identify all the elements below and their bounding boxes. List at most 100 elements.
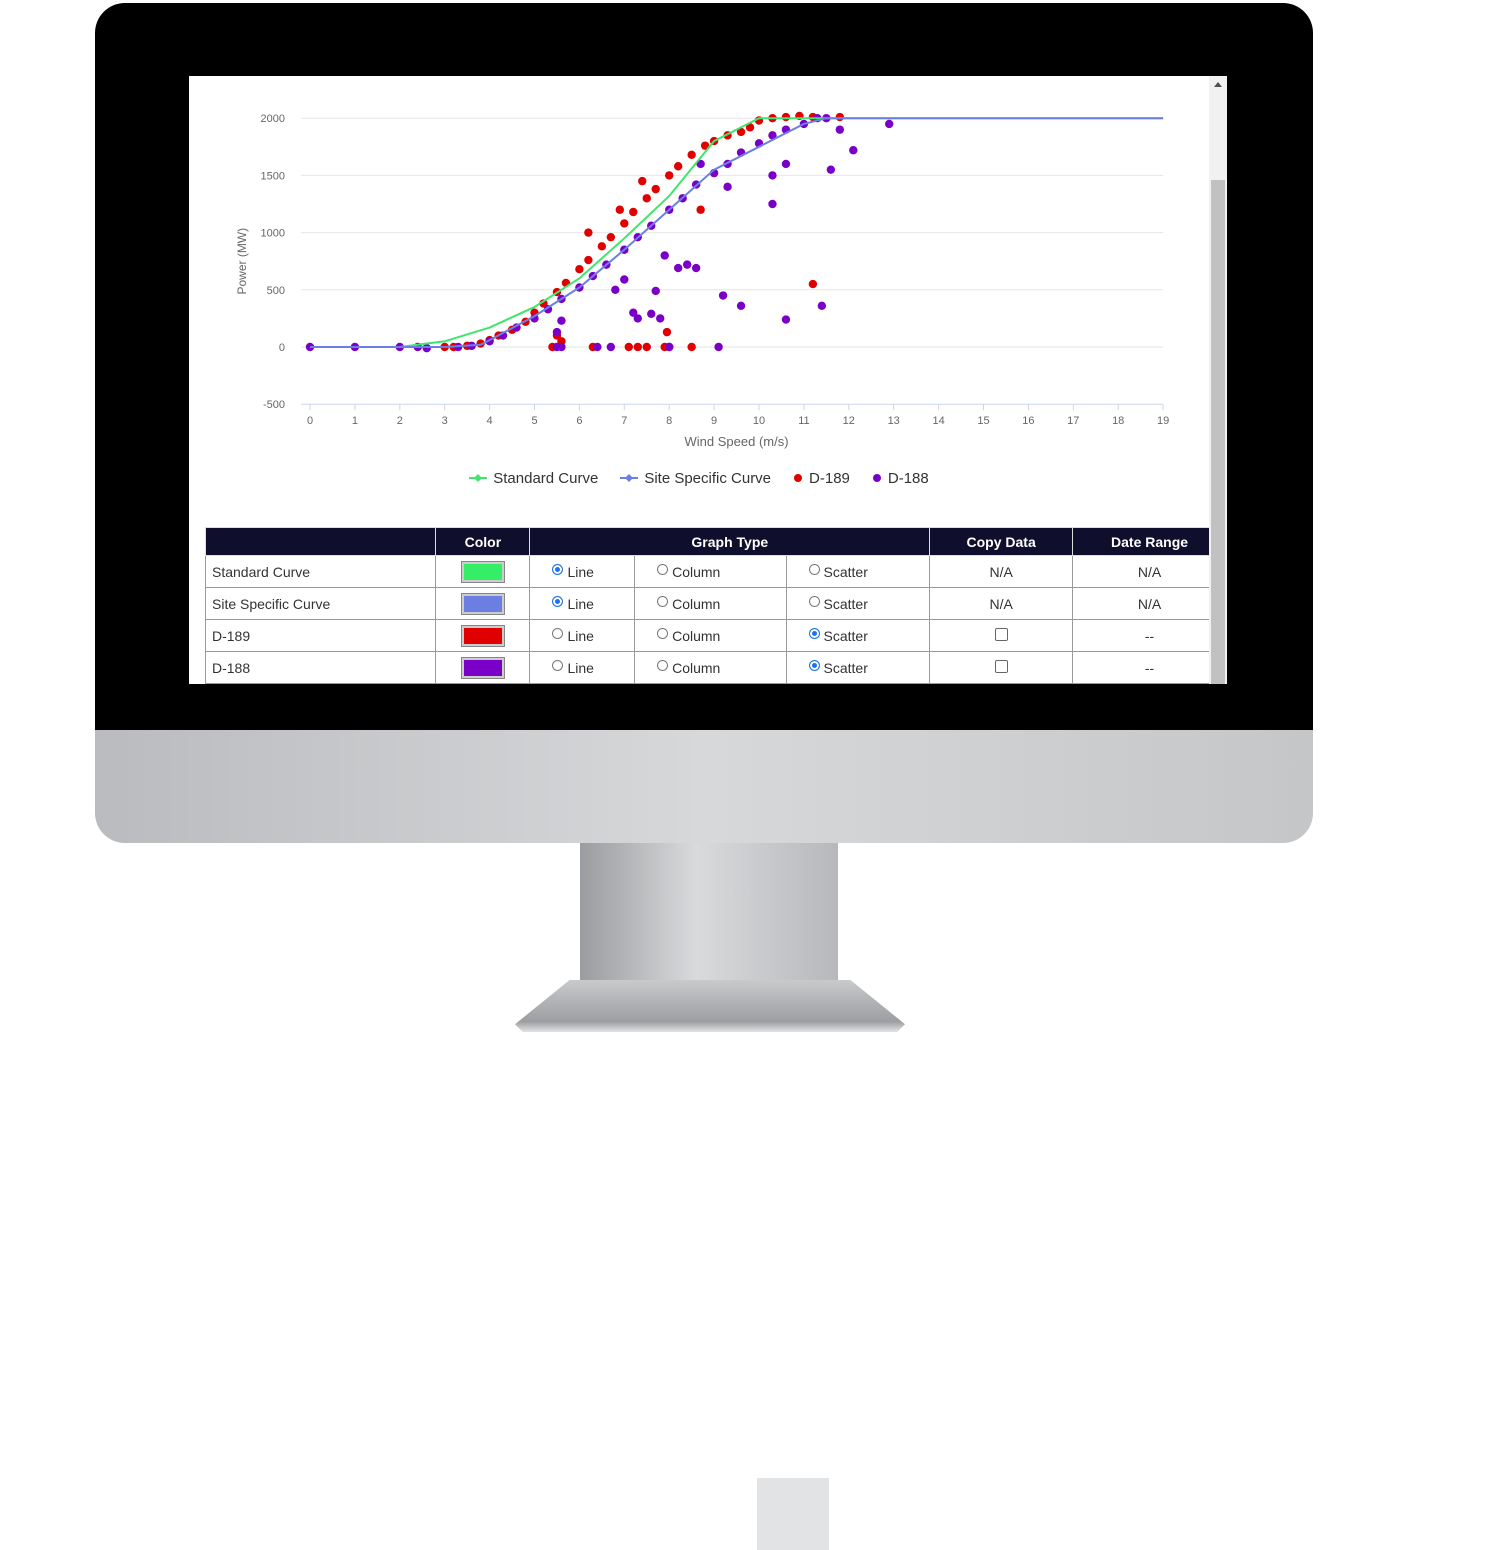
data-point[interactable] (673, 263, 683, 273)
data-point[interactable] (575, 265, 584, 274)
data-point[interactable] (629, 207, 638, 217)
data-point[interactable] (768, 199, 777, 209)
data-point[interactable] (781, 159, 791, 169)
graph-type-option[interactable]: Line (529, 555, 636, 588)
radio-column[interactable] (657, 659, 669, 671)
graph-type-option[interactable]: Scatter (785, 651, 931, 684)
data-point[interactable] (718, 291, 728, 300)
radio-line[interactable] (552, 627, 564, 639)
graph-type-option[interactable]: Line (529, 619, 636, 652)
legend-item[interactable]: D-189 (793, 470, 850, 487)
data-point[interactable] (826, 165, 836, 174)
line-marker-icon (620, 470, 639, 487)
data-point[interactable] (638, 176, 647, 186)
graph-type-option[interactable]: Scatter (785, 555, 931, 588)
table-row: Site Specific Curve Line Column Scatter N/A N… (204, 587, 1227, 620)
data-point[interactable] (714, 342, 723, 352)
graph-type-option[interactable]: Scatter (785, 619, 931, 652)
copy-data-checkbox[interactable] (994, 627, 1008, 641)
legend-item[interactable]: D-188 (872, 470, 929, 487)
data-point[interactable] (584, 255, 593, 265)
radio-scatter[interactable] (808, 563, 820, 575)
radio-column[interactable] (657, 595, 669, 607)
data-point[interactable] (593, 342, 602, 352)
data-point[interactable] (691, 263, 701, 273)
graph-type-option[interactable]: Line (529, 587, 636, 620)
data-point[interactable] (817, 301, 827, 311)
data-point[interactable] (624, 342, 633, 352)
data-point[interactable] (835, 112, 845, 122)
graph-type-option[interactable]: Column (634, 555, 787, 588)
y-tick-label: 1000 (261, 228, 285, 240)
radio-column[interactable] (657, 563, 669, 575)
data-point[interactable] (633, 314, 642, 323)
data-point[interactable] (849, 146, 858, 155)
x-tick-label: 2 (397, 415, 403, 427)
radio-scatter[interactable] (808, 595, 820, 607)
data-point[interactable] (651, 286, 660, 296)
data-point[interactable] (633, 342, 642, 352)
data-point[interactable] (620, 219, 629, 228)
data-point[interactable] (557, 316, 566, 325)
data-point[interactable] (552, 327, 562, 337)
legend-item[interactable]: Standard Curve (469, 470, 598, 487)
data-point[interactable] (673, 162, 683, 171)
data-point[interactable] (662, 327, 672, 337)
data-point[interactable] (557, 342, 566, 352)
data-point[interactable] (584, 228, 593, 237)
data-point[interactable] (808, 279, 818, 289)
data-point[interactable] (606, 232, 616, 242)
data-point[interactable] (885, 119, 894, 129)
graph-type-option[interactable]: Column (634, 619, 787, 652)
x-tick-label: 3 (442, 415, 448, 427)
color-swatch[interactable] (461, 625, 504, 646)
scrollbar-thumb[interactable] (1211, 180, 1225, 684)
data-point[interactable] (642, 194, 651, 203)
radio-line[interactable] (552, 595, 564, 607)
data-point[interactable] (781, 315, 791, 324)
data-point[interactable] (620, 275, 629, 284)
data-point[interactable] (736, 301, 746, 311)
data-point[interactable] (682, 260, 692, 269)
data-point[interactable] (781, 112, 791, 122)
scroll-up-arrow-icon[interactable] (1214, 82, 1222, 87)
color-swatch[interactable] (461, 561, 504, 582)
copy-data-checkbox[interactable] (994, 659, 1008, 673)
color-swatch[interactable] (461, 593, 504, 614)
x-tick-label: 6 (576, 415, 582, 427)
data-point[interactable] (835, 125, 845, 134)
radio-line[interactable] (552, 659, 564, 671)
data-point[interactable] (597, 242, 607, 251)
data-point[interactable] (660, 251, 669, 260)
graph-type-option[interactable]: Column (634, 651, 787, 684)
data-point[interactable] (696, 205, 705, 214)
radio-label: Scatter (823, 595, 868, 612)
radio-label: Scatter (823, 563, 868, 580)
radio-scatter[interactable] (808, 627, 820, 639)
data-point[interactable] (665, 342, 674, 352)
data-point[interactable] (615, 205, 625, 214)
radio-line[interactable] (552, 563, 564, 575)
data-point[interactable] (651, 184, 660, 194)
data-point[interactable] (422, 343, 431, 353)
color-swatch[interactable] (461, 657, 504, 678)
legend-item[interactable]: Site Specific Curve (620, 470, 771, 487)
data-point[interactable] (642, 342, 651, 352)
y-tick-label: -500 (263, 399, 285, 411)
data-point[interactable] (606, 342, 616, 352)
data-point[interactable] (687, 342, 696, 352)
data-point[interactable] (665, 171, 674, 180)
graph-type-option[interactable]: Scatter (785, 587, 931, 620)
graph-type-option[interactable]: Column (634, 587, 787, 620)
data-point[interactable] (647, 309, 656, 319)
data-point[interactable] (611, 285, 620, 294)
vertical-scrollbar[interactable] (1209, 76, 1227, 684)
data-point[interactable] (656, 314, 665, 323)
monitor-base (515, 980, 905, 1032)
radio-column[interactable] (657, 627, 669, 639)
data-point[interactable] (768, 171, 777, 180)
data-point[interactable] (687, 150, 696, 160)
radio-scatter[interactable] (808, 659, 820, 671)
data-point[interactable] (723, 182, 732, 192)
graph-type-option[interactable]: Line (529, 651, 636, 684)
